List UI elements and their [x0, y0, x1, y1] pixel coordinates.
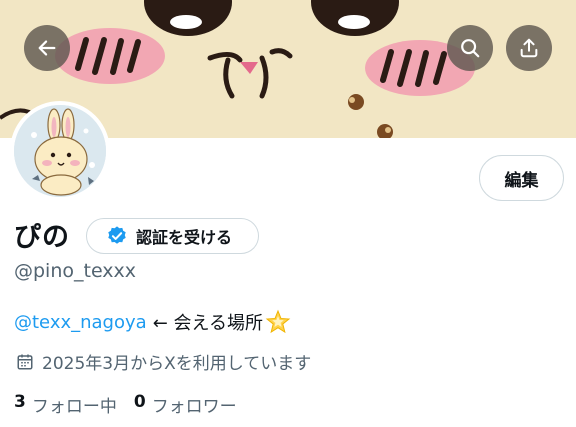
following-link[interactable]: 3 フォロー中 [14, 392, 117, 417]
user-handle: @pino_texxx [14, 260, 137, 282]
followers-label: フォロワー [151, 397, 237, 417]
back-button[interactable] [24, 25, 70, 71]
search-icon [461, 39, 480, 58]
share-icon [520, 38, 538, 58]
share-button[interactable] [506, 25, 552, 71]
sparkle-star-icon [265, 309, 291, 335]
join-date: 2025年3月からXを利用しています [16, 349, 311, 374]
following-label: フォロー中 [31, 397, 117, 417]
display-name: ぴの [14, 222, 70, 253]
join-date-text: 2025年3月からXを利用しています [42, 354, 312, 374]
followers-count: 0 [133, 392, 146, 412]
followers-link[interactable]: 0 フォロワー [134, 392, 237, 417]
avatar-rabbit-image [14, 105, 106, 197]
arrow-left-icon [38, 40, 56, 56]
avatar[interactable] [10, 101, 110, 201]
follow-stats: 3 フォロー中 0 フォロワー [14, 392, 237, 417]
bio-text: ← 会える場所 [152, 313, 263, 334]
search-button[interactable] [447, 25, 493, 71]
get-verified-label: 認証を受ける [136, 228, 233, 247]
get-verified-button[interactable]: 認証を受ける [86, 218, 259, 254]
bio-mention-link[interactable]: @texx_nagoya [14, 312, 147, 333]
verified-badge-icon [108, 226, 126, 244]
profile-bio: @texx_nagoya ← 会える場所 [14, 309, 291, 335]
calendar-icon [16, 353, 34, 371]
following-count: 3 [14, 392, 26, 412]
edit-profile-button[interactable]: 編集 [479, 155, 564, 201]
